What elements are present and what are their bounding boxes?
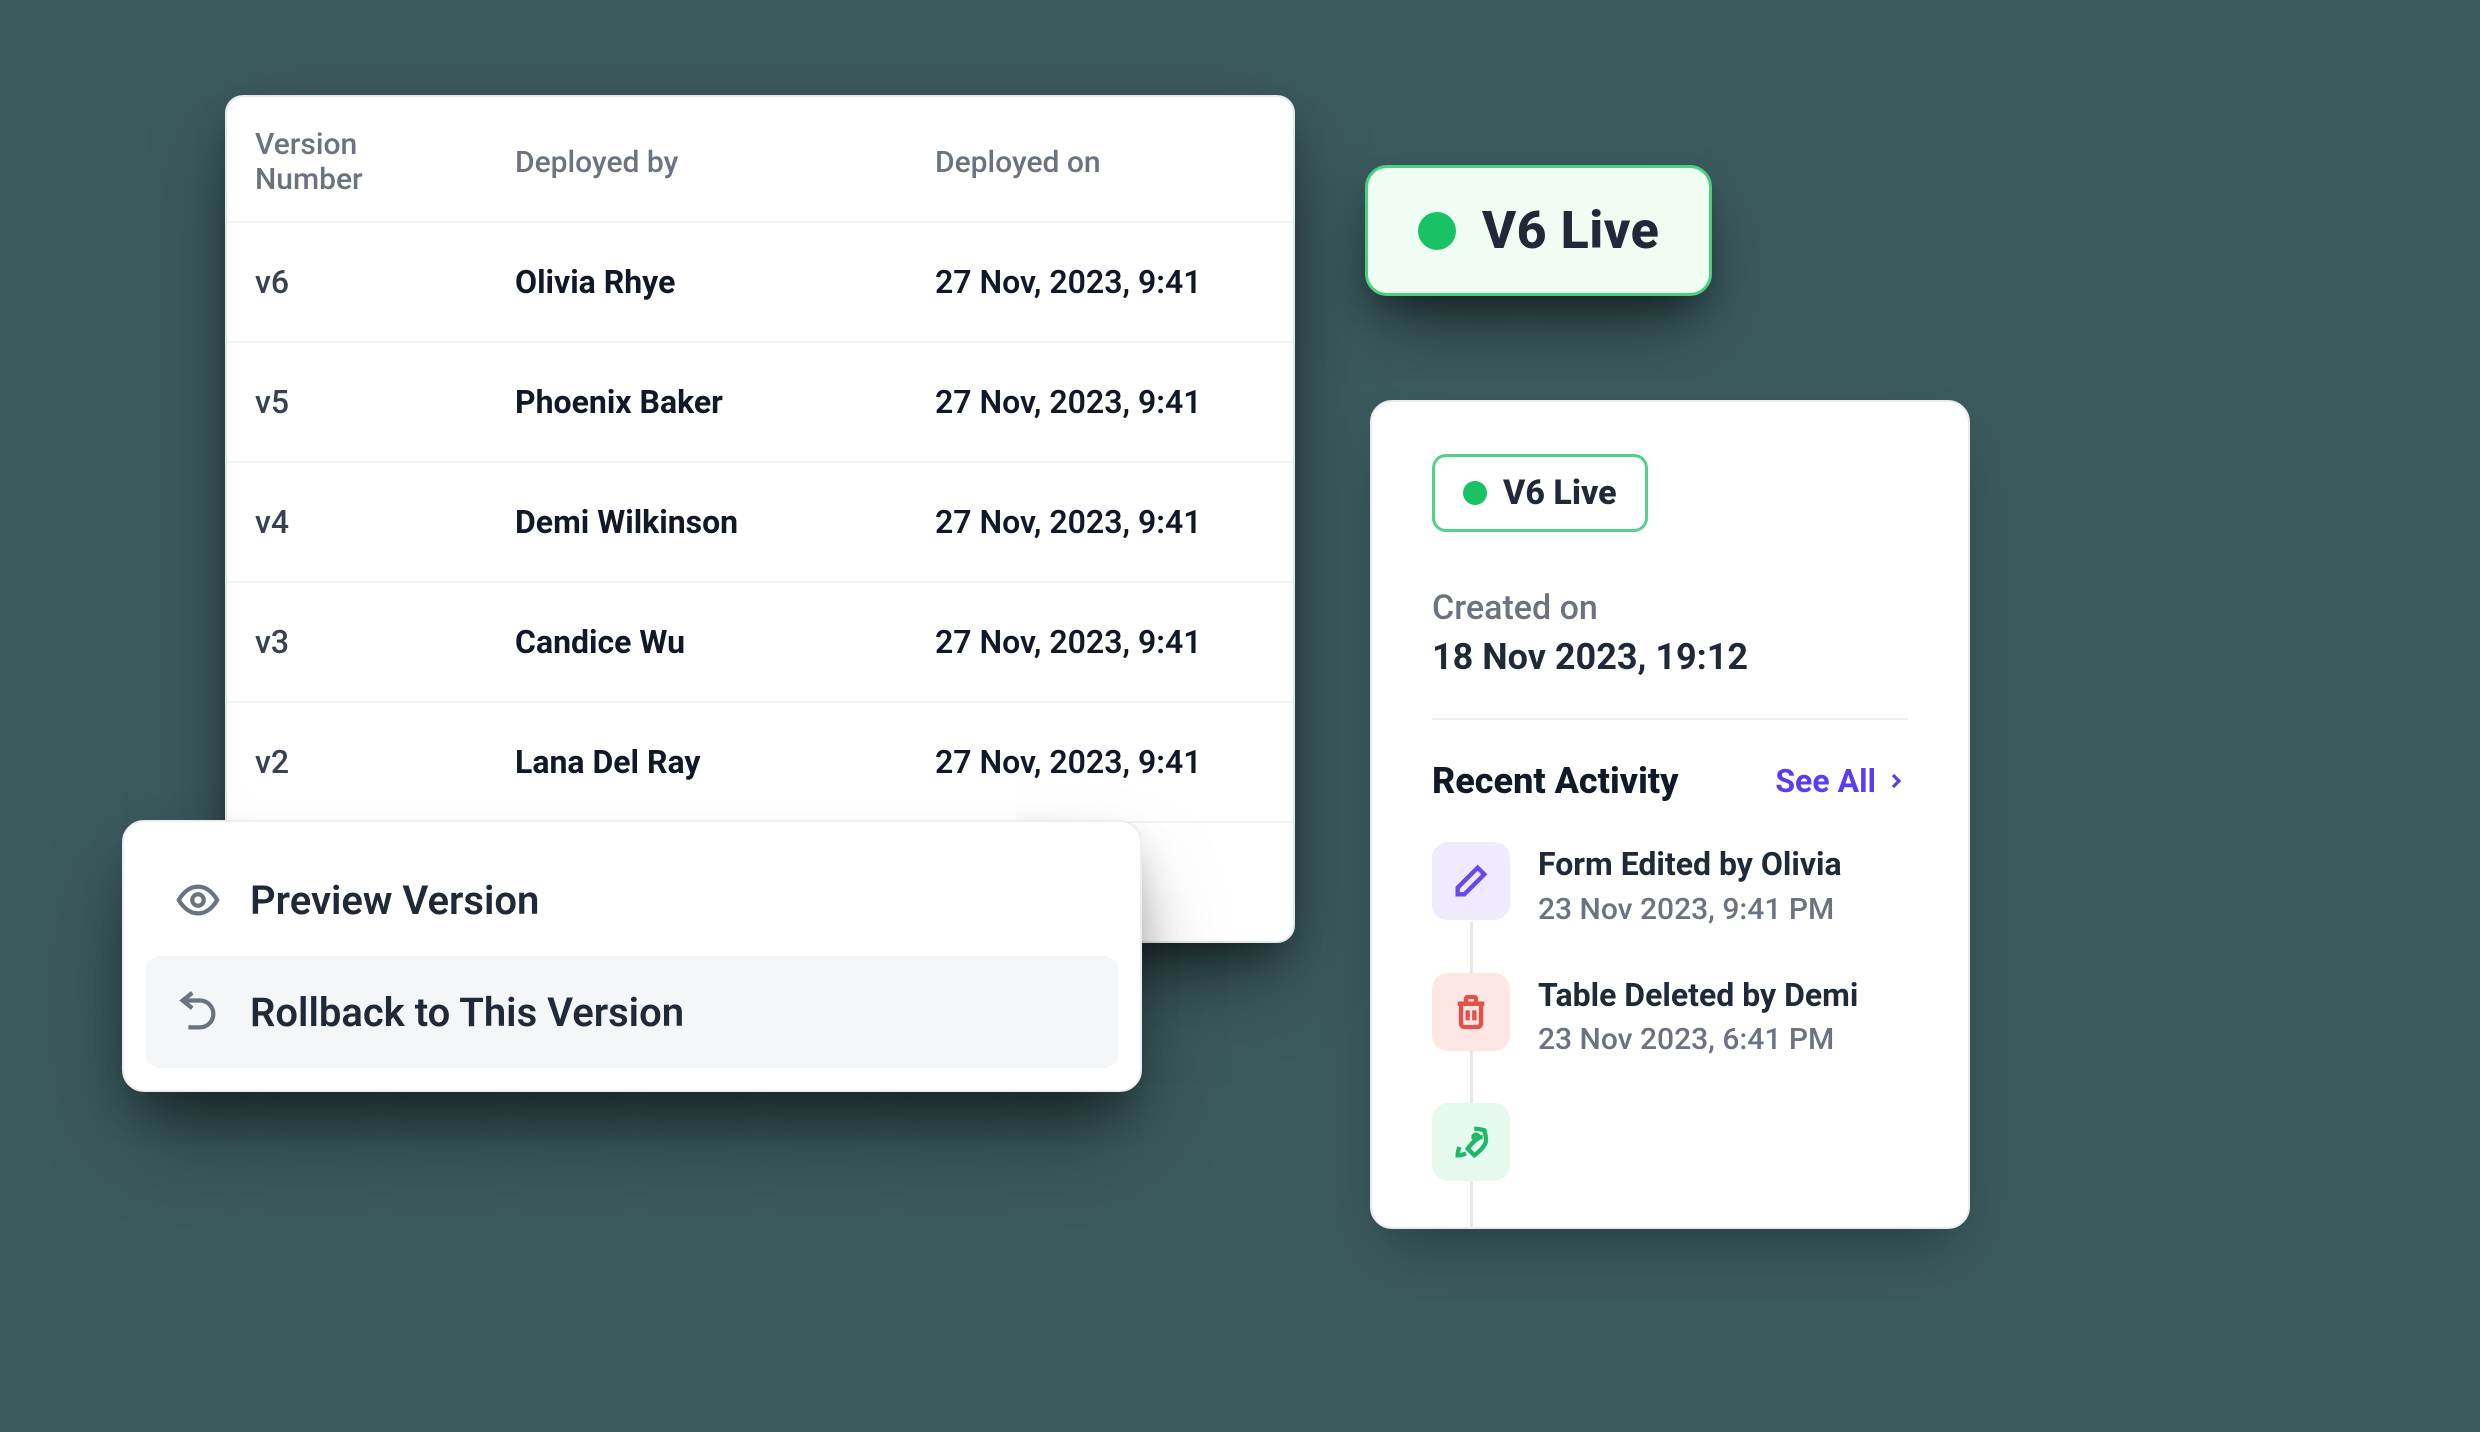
rollback-menu-item[interactable]: Rollback to This Version	[146, 956, 1118, 1068]
cell-version: v6	[227, 222, 487, 342]
see-all-link[interactable]: See All	[1775, 762, 1908, 800]
divider	[1432, 718, 1908, 720]
column-header-version: Version Number	[227, 97, 487, 222]
created-on-label: Created on	[1432, 588, 1908, 628]
cell-version: v3	[227, 582, 487, 702]
version-history-table: Version Number Deployed by Deployed on v…	[227, 97, 1293, 941]
live-badge-label: V6 Live	[1482, 200, 1659, 261]
activity-time: 23 Nov 2023, 6:41 PM	[1538, 1022, 1858, 1057]
version-history-card: Version Number Deployed by Deployed on v…	[225, 95, 1295, 943]
cell-deployed-by: Olivia Rhye	[487, 222, 907, 342]
created-on-value: 18 Nov 2023, 19:12	[1432, 636, 1908, 678]
activity-time: 23 Nov 2023, 9:41 PM	[1538, 892, 1842, 927]
context-menu: Preview Version Rollback to This Version	[122, 820, 1142, 1092]
cell-deployed-on: 27 Nov, 2023, 9:41	[907, 702, 1293, 822]
cell-deployed-by: Lana Del Ray	[487, 702, 907, 822]
table-row[interactable]: v6 Olivia Rhye 27 Nov, 2023, 9:41	[227, 222, 1293, 342]
table-row[interactable]: v4 Demi Wilkinson 27 Nov, 2023, 9:41	[227, 462, 1293, 582]
activity-list: Form Edited by Olivia 23 Nov 2023, 9:41 …	[1432, 842, 1908, 1227]
cell-version: v5	[227, 342, 487, 462]
cell-deployed-by: Candice Wu	[487, 582, 907, 702]
live-badge-small: V6 Live	[1432, 454, 1648, 532]
status-dot-icon	[1418, 212, 1456, 250]
pencil-icon	[1432, 842, 1510, 920]
activity-item[interactable]	[1432, 1103, 1908, 1227]
live-badge-label: V6 Live	[1503, 473, 1617, 513]
table-row[interactable]: v3 Candice Wu 27 Nov, 2023, 9:41	[227, 582, 1293, 702]
column-header-deployed-on: Deployed on	[907, 97, 1293, 222]
cell-deployed-on: 27 Nov, 2023, 9:41	[907, 582, 1293, 702]
eye-icon	[174, 876, 222, 924]
see-all-label: See All	[1775, 762, 1876, 800]
column-header-deployed-by: Deployed by	[487, 97, 907, 222]
activity-title: Table Deleted by Demi	[1538, 975, 1858, 1017]
cell-deployed-on: 27 Nov, 2023, 9:41	[907, 342, 1293, 462]
cell-deployed-by: Phoenix Baker	[487, 342, 907, 462]
preview-version-menu-item[interactable]: Preview Version	[146, 844, 1118, 956]
trash-icon	[1432, 973, 1510, 1051]
cell-version: v2	[227, 702, 487, 822]
recent-activity-title: Recent Activity	[1432, 760, 1678, 802]
live-badge-large: V6 Live	[1365, 165, 1712, 296]
cell-deployed-on: 27 Nov, 2023, 9:41	[907, 462, 1293, 582]
activity-item[interactable]: Table Deleted by Demi 23 Nov 2023, 6:41 …	[1432, 973, 1908, 1104]
menu-item-label: Preview Version	[250, 877, 539, 924]
menu-item-label: Rollback to This Version	[250, 989, 684, 1036]
activity-item[interactable]: Form Edited by Olivia 23 Nov 2023, 9:41 …	[1432, 842, 1908, 973]
cell-version: v4	[227, 462, 487, 582]
chevron-right-icon	[1884, 769, 1908, 793]
table-row[interactable]: v5 Phoenix Baker 27 Nov, 2023, 9:41	[227, 342, 1293, 462]
table-row[interactable]: v2 Lana Del Ray 27 Nov, 2023, 9:41	[227, 702, 1293, 822]
activity-title: Form Edited by Olivia	[1538, 844, 1842, 886]
cell-deployed-on: 27 Nov, 2023, 9:41	[907, 222, 1293, 342]
cell-deployed-by: Demi Wilkinson	[487, 462, 907, 582]
rocket-icon	[1432, 1103, 1510, 1181]
undo-icon	[174, 988, 222, 1036]
status-dot-icon	[1463, 481, 1487, 505]
version-details-card: V6 Live Created on 18 Nov 2023, 19:12 Re…	[1370, 400, 1970, 1229]
